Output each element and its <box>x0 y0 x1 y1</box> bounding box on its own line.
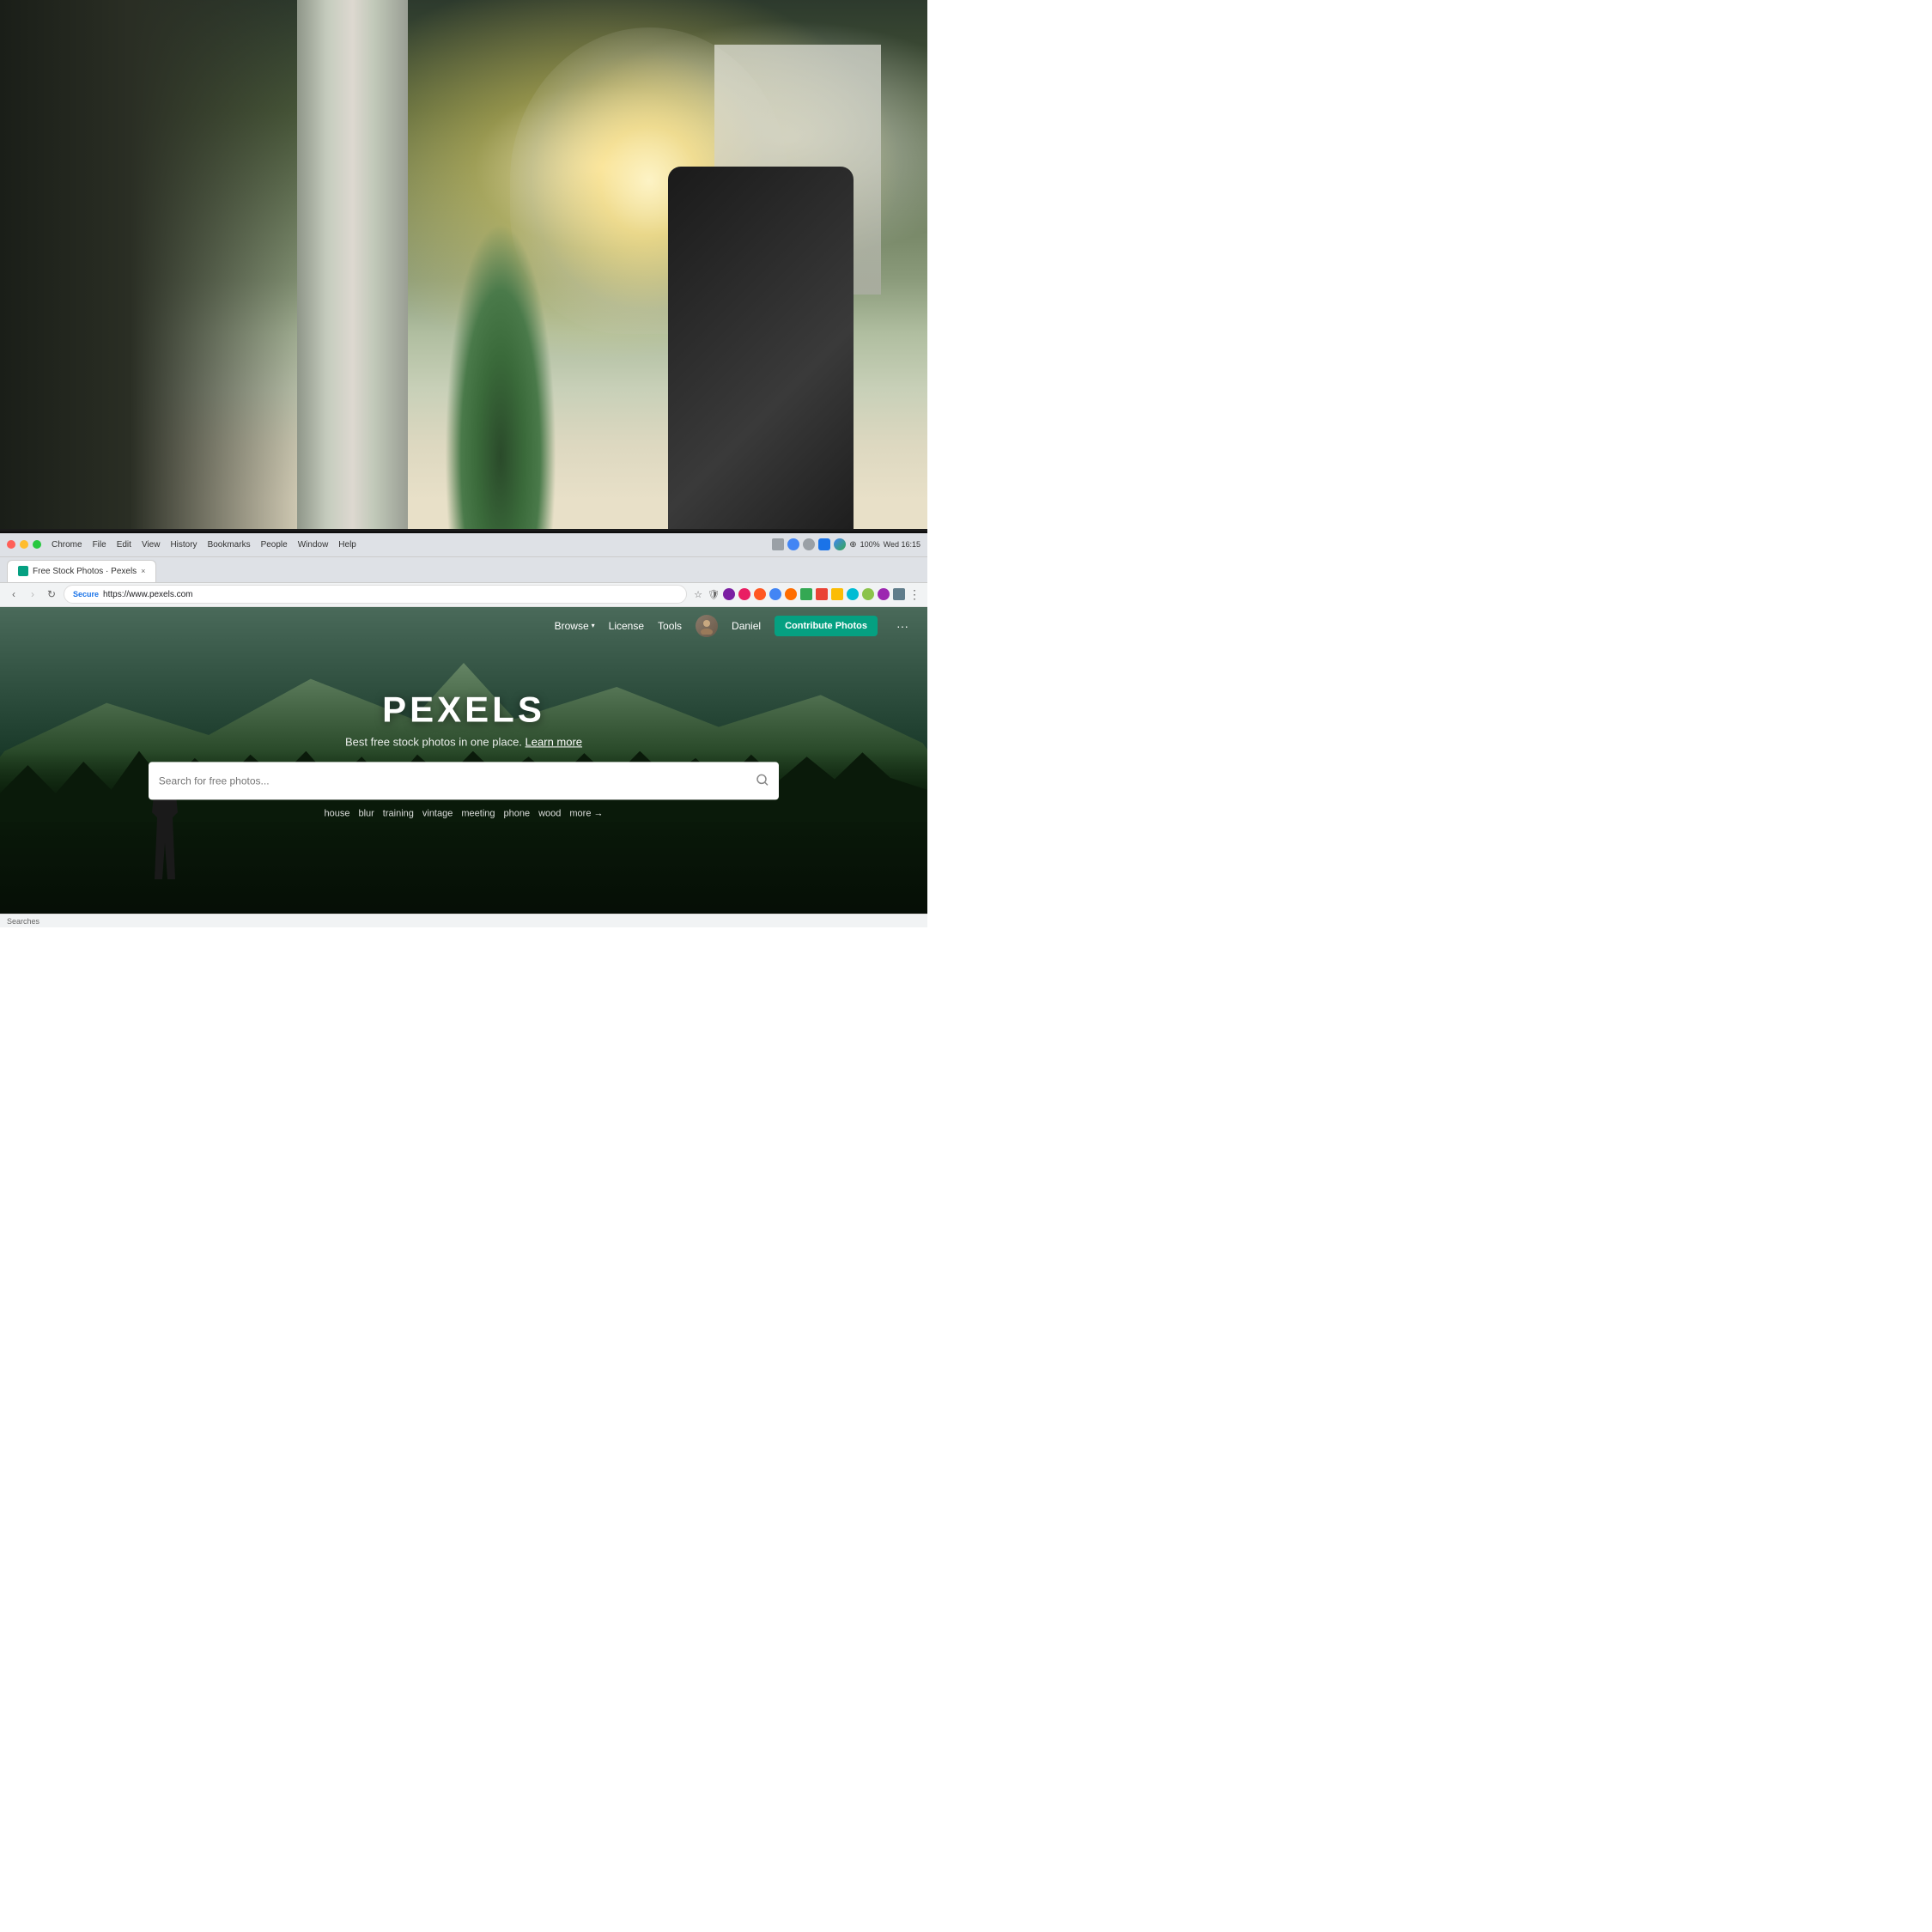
license-link[interactable]: License <box>609 620 644 632</box>
bookmark-star-icon[interactable]: ☆ <box>692 588 704 600</box>
hero-subtitle: Best free stock photos in one place. Lea… <box>93 736 835 749</box>
ext-icon-2[interactable] <box>738 588 750 600</box>
search-input[interactable] <box>159 775 756 787</box>
menu-help[interactable]: Help <box>338 540 356 550</box>
chrome-menu: Chrome File Edit View History Bookmarks … <box>52 540 356 550</box>
ext-icon-6[interactable] <box>800 588 812 600</box>
hero-center-content: PEXELS Best free stock photos in one pla… <box>93 690 835 819</box>
pexels-navbar: Browse ▾ License Tools Daniel Contribute… <box>0 607 927 645</box>
url-text: https://www.pexels.com <box>103 590 192 599</box>
ext-icon-7[interactable] <box>816 588 828 600</box>
username-label[interactable]: Daniel <box>732 620 761 632</box>
pexels-hero: Browse ▾ License Tools Daniel Contribute… <box>0 607 927 927</box>
sys-icon-1[interactable] <box>772 538 784 550</box>
plant-silhouette <box>445 222 556 556</box>
ext-icon-11[interactable] <box>878 588 890 600</box>
reload-button[interactable]: ↻ <box>45 587 58 601</box>
close-button[interactable] <box>7 540 15 549</box>
address-bar-right-icons: ☆ 🛡 ⋮ <box>692 588 920 600</box>
tag-blur[interactable]: blur <box>358 809 374 819</box>
ext-icon-9[interactable] <box>847 588 859 600</box>
ext-icon-12[interactable] <box>893 588 905 600</box>
url-bar[interactable]: Secure https://www.pexels.com <box>64 585 687 604</box>
ext-icon-8[interactable] <box>831 588 843 600</box>
tools-link[interactable]: Tools <box>658 620 682 632</box>
menu-chrome[interactable]: Chrome <box>52 540 82 550</box>
menu-view[interactable]: View <box>142 540 161 550</box>
menu-edit[interactable]: Edit <box>117 540 131 550</box>
contribute-photos-button[interactable]: Contribute Photos <box>775 616 878 636</box>
tab-title: Free Stock Photos · Pexels <box>33 567 137 576</box>
clock: Wed 16:15 <box>884 540 920 549</box>
system-info: ⊕ 100% Wed 16:15 <box>772 538 920 550</box>
menu-file[interactable]: File <box>93 540 106 550</box>
ext-icon-1[interactable] <box>723 588 735 600</box>
maximize-button[interactable] <box>33 540 41 549</box>
tab-close-button[interactable]: × <box>141 567 145 575</box>
nav-more-button[interactable]: ··· <box>891 617 914 635</box>
ext-icon-4[interactable] <box>769 588 781 600</box>
sys-icon-4[interactable] <box>818 538 830 550</box>
traffic-lights <box>7 540 41 549</box>
search-tags: house blur training vintage meeting phon… <box>93 809 835 819</box>
browse-menu[interactable]: Browse ▾ <box>555 620 595 632</box>
chrome-status-bar: Searches <box>0 914 927 927</box>
dark-left-area <box>0 0 325 556</box>
tag-vintage[interactable]: vintage <box>422 809 453 819</box>
office-background <box>0 0 927 556</box>
minimize-button[interactable] <box>20 540 28 549</box>
search-icon[interactable] <box>756 774 769 788</box>
menu-history[interactable]: History <box>170 540 197 550</box>
tab-favicon <box>18 566 28 576</box>
pexels-logo: PEXELS <box>93 690 835 731</box>
tag-meeting[interactable]: meeting <box>461 809 495 819</box>
chrome-addressbar: ‹ › ↻ Secure https://www.pexels.com ☆ 🛡 <box>0 583 927 607</box>
status-text: Searches <box>7 917 39 926</box>
sys-icon-2[interactable] <box>787 538 799 550</box>
search-bar[interactable] <box>149 762 779 800</box>
back-button[interactable]: ‹ <box>7 587 21 601</box>
tag-training[interactable]: training <box>383 809 414 819</box>
ext-icon-10[interactable] <box>862 588 874 600</box>
ext-icon-3[interactable] <box>754 588 766 600</box>
menu-people[interactable]: People <box>261 540 288 550</box>
chrome-titlebar: Chrome File Edit View History Bookmarks … <box>0 533 927 557</box>
ext-icon-5[interactable] <box>785 588 797 600</box>
sys-icon-3[interactable] <box>803 538 815 550</box>
tag-more[interactable]: more → <box>569 809 603 819</box>
user-avatar[interactable] <box>696 615 718 637</box>
tag-phone[interactable]: phone <box>504 809 531 819</box>
menu-window[interactable]: Window <box>298 540 329 550</box>
browse-label: Browse <box>555 620 589 632</box>
system-icons: ⊕ 100% Wed 16:15 <box>772 538 920 550</box>
chrome-tabbar: Free Stock Photos · Pexels × <box>0 557 927 583</box>
browse-arrow-icon: ▾ <box>592 622 595 629</box>
pexels-website: Browse ▾ License Tools Daniel Contribute… <box>0 607 927 927</box>
secure-badge: Secure <box>73 590 99 598</box>
tag-wood[interactable]: wood <box>538 809 561 819</box>
chair-silhouette <box>668 167 854 556</box>
monitor-bezel: Chrome File Edit View History Bookmarks … <box>0 529 927 927</box>
shield-icon[interactable]: 🛡 <box>708 588 720 600</box>
active-tab[interactable]: Free Stock Photos · Pexels × <box>7 560 156 582</box>
more-options-icon[interactable]: ⋮ <box>908 588 920 600</box>
forward-button[interactable]: › <box>26 587 39 601</box>
learn-more-link[interactable]: Learn more <box>526 736 582 749</box>
sys-icon-wifi: ⊕ <box>849 540 856 550</box>
tag-house[interactable]: house <box>324 809 349 819</box>
sys-icon-5[interactable] <box>834 538 846 550</box>
menu-bookmarks[interactable]: Bookmarks <box>208 540 251 550</box>
monitor-screen: Chrome File Edit View History Bookmarks … <box>0 533 927 927</box>
battery-percentage: 100% <box>860 540 880 549</box>
